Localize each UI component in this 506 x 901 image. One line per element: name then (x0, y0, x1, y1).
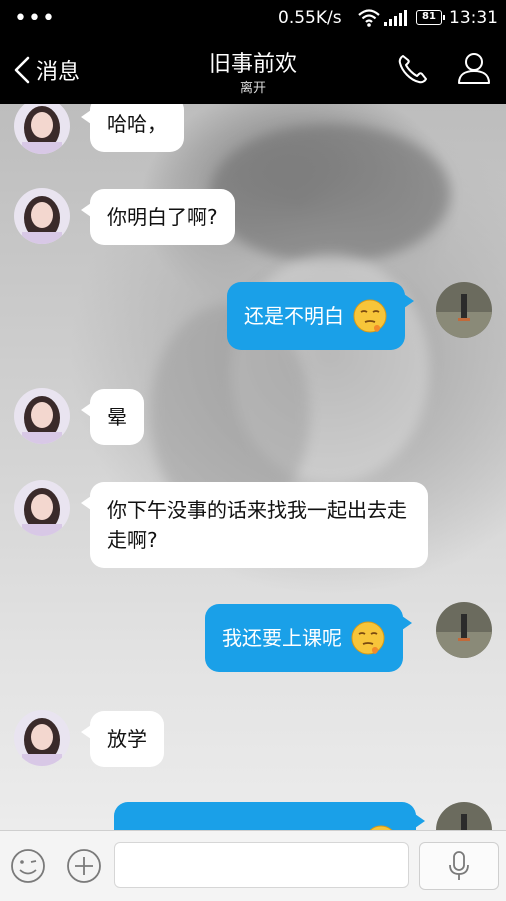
message-bubble-outgoing[interactable]: 我还要上课呢 (205, 604, 412, 672)
my-avatar[interactable] (436, 602, 492, 658)
contact-avatar[interactable] (14, 104, 70, 154)
input-bar (0, 830, 506, 901)
chat-header: 消息 旧事前欢 离开 (0, 36, 506, 104)
message-bubble-incoming[interactable]: 你下午没事的话来找我一起出去走走啊? (81, 482, 428, 568)
microphone-icon (449, 851, 469, 880)
profile-icon[interactable] (456, 50, 492, 86)
message-text: 你下午没事的话来找我一起出去走走啊? (107, 498, 407, 552)
contact-avatar[interactable] (14, 388, 70, 444)
phone-icon[interactable] (396, 52, 430, 86)
message-text: 放学 (107, 727, 147, 751)
my-avatar[interactable] (436, 802, 492, 830)
contact-name: 旧事前欢 (208, 52, 297, 77)
avatar-image (14, 104, 70, 154)
status-bar: ••• 0.55K/s 81 13:31 (0, 0, 506, 36)
wifi-icon (358, 9, 380, 27)
message-text: 哈哈， (107, 112, 167, 136)
chat-area[interactable]: 哈哈， 你明白了啊? 还是不明白 晕 你下午没事的话来找我一起出去走走啊? 我还… (0, 104, 506, 830)
message-bubble-outgoing[interactable] (114, 802, 425, 830)
message-text: 你明白了啊? (107, 205, 218, 229)
battery-level: 81 (422, 11, 436, 22)
message-bubble-incoming[interactable]: 哈哈， (81, 104, 184, 152)
clock: 13:31 (449, 8, 498, 28)
contact-status: 离开 (239, 81, 266, 96)
avatar-image (436, 282, 492, 338)
notification-dots: ••• (14, 6, 56, 31)
avatar-image (436, 602, 492, 658)
avatar-image (14, 480, 70, 536)
smiley-icon[interactable] (10, 848, 46, 884)
avatar-image (14, 188, 70, 244)
message-bubble-incoming[interactable]: 晕 (81, 389, 144, 445)
voice-button[interactable] (419, 842, 499, 890)
my-avatar[interactable] (436, 282, 492, 338)
message-text: 还是不明白 (244, 304, 344, 328)
network-speed: 0.55K/s (278, 8, 342, 28)
plus-icon[interactable] (66, 848, 102, 884)
avatar-image (14, 710, 70, 766)
avatar-image (436, 802, 492, 830)
wallpaper-hair (210, 124, 450, 264)
message-bubble-incoming[interactable]: 你明白了啊? (81, 189, 235, 245)
message-text: 晕 (107, 405, 127, 429)
message-bubble-outgoing[interactable]: 还是不明白 (227, 282, 414, 350)
contact-avatar[interactable] (14, 710, 70, 766)
contact-avatar[interactable] (14, 480, 70, 536)
message-bubble-incoming[interactable]: 放学 (81, 711, 164, 767)
contact-avatar[interactable] (14, 188, 70, 244)
battery-icon: 81 (416, 10, 445, 25)
message-input[interactable] (114, 842, 409, 888)
signal-icon (384, 10, 407, 26)
avatar-image (14, 388, 70, 444)
smug-emoji-icon (351, 621, 385, 655)
smug-emoji-icon (353, 299, 387, 333)
message-text: 我还要上课呢 (222, 626, 342, 650)
